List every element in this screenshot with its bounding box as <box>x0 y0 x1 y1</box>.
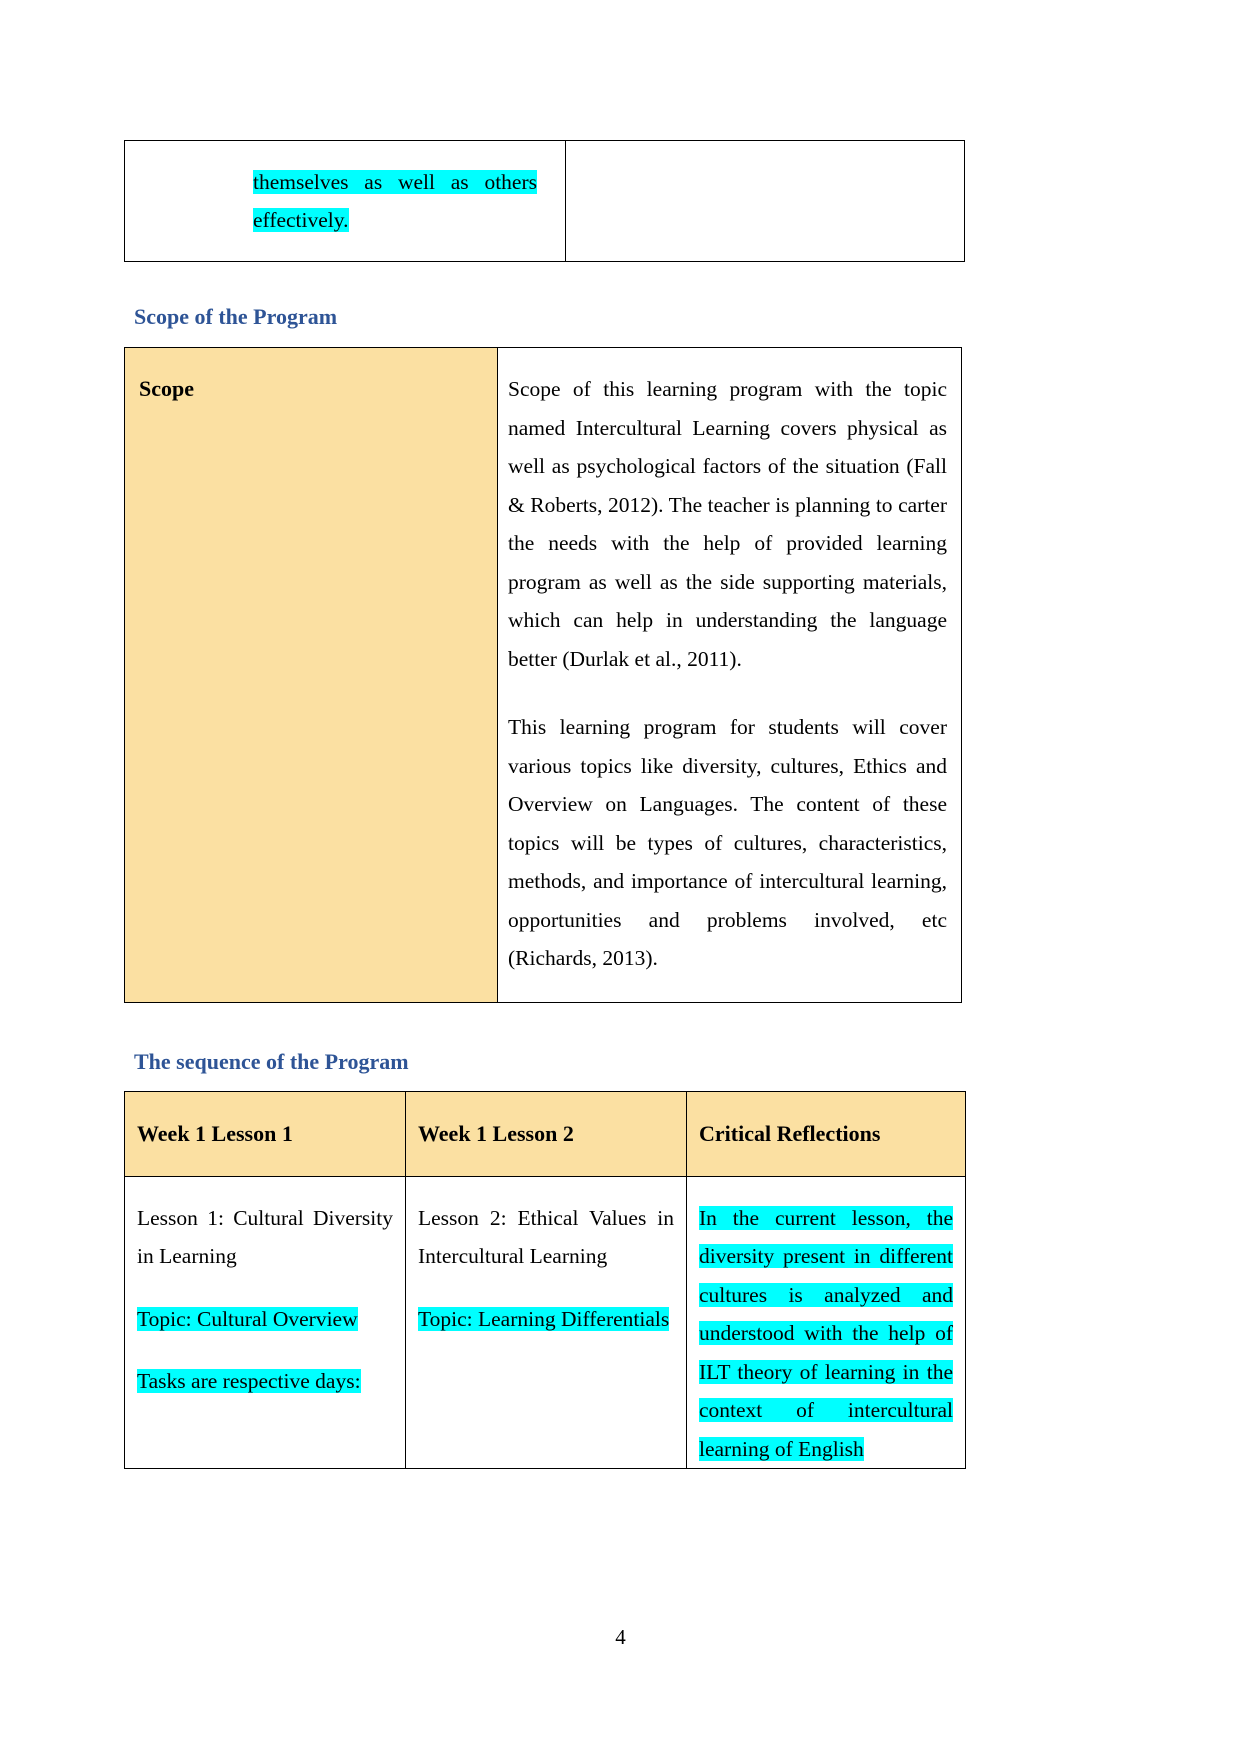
sequence-cell-lesson2: Lesson 2: Ethical Values in Intercultura… <box>405 1175 687 1469</box>
highlighted-text: themselves as well as others effectively… <box>253 170 537 232</box>
lesson2-topic: Topic: Learning Differentials <box>418 1300 674 1339</box>
scope-table: Scope Scope of this learning program wit… <box>124 347 962 1003</box>
page-content: themselves as well as others effectively… <box>124 0 966 1469</box>
highlighted-text: Topic: Cultural Overview <box>137 1306 358 1331</box>
scope-label-cell: Scope <box>124 347 498 1003</box>
critical-reflection-text: In the current lesson, the diversity pre… <box>699 1199 953 1469</box>
scope-paragraph-2: This learning program for students will … <box>508 715 947 970</box>
cell-content: themselves as well as others effectively… <box>125 141 565 259</box>
sequence-cell-critical-reflection: In the current lesson, the diversity pre… <box>686 1175 966 1469</box>
sequence-header-week1-lesson2: Week 1 Lesson 2 <box>405 1090 687 1177</box>
highlighted-text: In the current lesson, the diversity pre… <box>699 1205 953 1461</box>
lesson2-title: Lesson 2: Ethical Values in Intercultura… <box>418 1205 674 1269</box>
lesson1-topic: Topic: Cultural Overview <box>137 1300 393 1339</box>
page-number: 4 <box>615 1625 626 1649</box>
scope-body: Scope of this learning program with the … <box>498 348 961 1002</box>
scope-label: Scope <box>139 376 194 401</box>
cell-content <box>566 141 964 183</box>
table-header-row: Week 1 Lesson 1 Week 1 Lesson 2 Critical… <box>124 1090 966 1177</box>
scope-paragraph-1: Scope of this learning program with the … <box>508 377 947 671</box>
document-page: themselves as well as others effectively… <box>0 0 1241 1754</box>
header-label: Critical Reflections <box>699 1120 881 1146</box>
highlighted-text: Topic: Learning Differentials <box>418 1306 670 1331</box>
continued-table: themselves as well as others effectively… <box>124 140 965 262</box>
cell-content: Lesson 2: Ethical Values in Intercultura… <box>406 1177 686 1339</box>
cell-content: In the current lesson, the diversity pre… <box>687 1177 965 1469</box>
continued-table-right-cell <box>565 140 965 262</box>
cell-content: Lesson 1: Cultural Diversity in Learning… <box>125 1177 405 1401</box>
highlighted-text: Tasks are respective days: <box>137 1369 361 1393</box>
table-row: Scope Scope of this learning program wit… <box>124 347 962 1003</box>
lesson1-title: Lesson 1: Cultural Diversity in Learning <box>137 1205 393 1269</box>
table-row: Lesson 1: Cultural Diversity in Learning… <box>124 1175 966 1469</box>
continued-table-left-cell: themselves as well as others effectively… <box>124 140 566 262</box>
header-label: Week 1 Lesson 2 <box>418 1120 574 1146</box>
sequence-table: Week 1 Lesson 1 Week 1 Lesson 2 Critical… <box>124 1090 966 1470</box>
table-row: themselves as well as others effectively… <box>124 140 965 262</box>
heading-scope-of-the-program: Scope of the Program <box>134 304 338 329</box>
sequence-cell-lesson1: Lesson 1: Cultural Diversity in Learning… <box>124 1175 406 1469</box>
lesson1-tasks: Tasks are respective days: <box>137 1362 393 1401</box>
sequence-header-critical-reflections: Critical Reflections <box>686 1090 966 1177</box>
heading-sequence-of-the-program: The sequence of the Program <box>134 1048 409 1074</box>
sequence-header-week1-lesson1: Week 1 Lesson 1 <box>124 1090 406 1177</box>
header-label: Week 1 Lesson 1 <box>137 1120 293 1146</box>
continued-paragraph: themselves as well as others effectively… <box>153 163 537 239</box>
scope-body-cell: Scope of this learning program with the … <box>497 347 962 1003</box>
